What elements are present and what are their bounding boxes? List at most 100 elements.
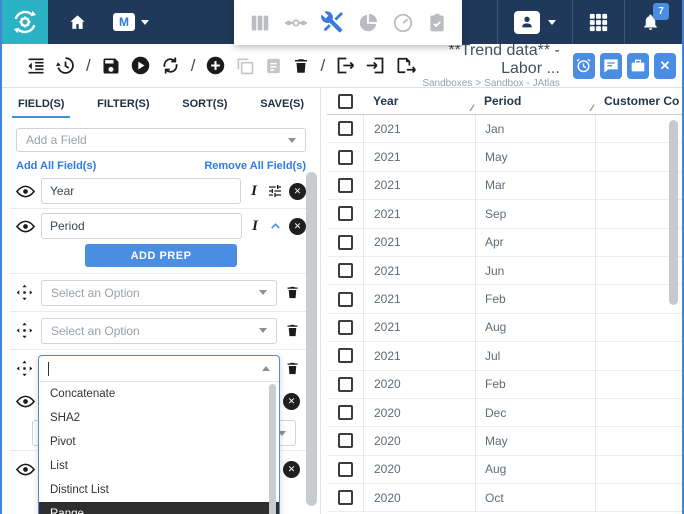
table-row[interactable]: 2021 Aug [327,314,682,342]
export-icon[interactable] [335,55,356,76]
row-checkbox[interactable] [338,405,353,420]
add-field-select[interactable]: Add a Field [16,128,306,152]
pie-chart-icon[interactable] [357,12,379,34]
apps-grid-button[interactable] [572,0,624,44]
table-row[interactable]: 2021 Jan [327,115,682,143]
eye-icon[interactable] [16,185,35,198]
dropdown-option[interactable]: Concatenate [39,382,279,406]
column-resize-handle[interactable]: ∕∕ [591,103,592,113]
app-logo[interactable] [2,0,48,44]
row-checkbox[interactable] [338,150,353,165]
table-row[interactable]: 2020 Oct [327,484,682,512]
row-checkbox[interactable] [338,178,353,193]
italic-format-icon[interactable]: I [247,183,261,200]
trash-icon[interactable] [285,360,300,377]
column-resize-handle[interactable]: ∕∕ [471,103,472,113]
move-icon[interactable] [16,360,33,377]
trash-icon[interactable] [285,322,300,339]
select-all-checkbox[interactable] [338,94,353,109]
chevron-up-icon[interactable] [268,219,283,234]
columns-icon[interactable] [249,12,271,34]
table-row[interactable]: 2021 Jul [327,342,682,370]
italic-format-icon[interactable]: I [248,218,262,235]
add-prep-button[interactable]: ADD PREP [85,244,237,267]
panel-tab[interactable]: FILTER(S) [91,90,155,118]
eye-icon[interactable] [16,220,35,233]
remove-all-fields-link[interactable]: Remove All Field(s) [204,160,306,172]
row-checkbox[interactable] [338,433,353,448]
table-row[interactable]: 2020 Aug [327,456,682,484]
dropdown-option[interactable]: Range [39,502,279,514]
tools-icon[interactable] [321,11,344,34]
field-name-input[interactable]: Year [41,178,241,204]
row-checkbox[interactable] [338,348,353,363]
clipboard-check-icon[interactable] [427,12,447,34]
dropdown-option[interactable]: Pivot [39,430,279,454]
refresh-icon[interactable] [160,55,181,76]
trash-icon[interactable] [285,284,300,301]
indent-icon[interactable] [26,56,46,76]
remove-field-icon[interactable]: ✕ [283,461,300,478]
panel-tab[interactable]: SORT(S) [176,90,233,118]
combobox-input[interactable] [39,356,279,382]
eye-icon[interactable] [16,463,35,476]
add-all-fields-link[interactable]: Add All Field(s) [16,160,96,172]
run-icon[interactable] [130,55,151,76]
table-row[interactable]: 2021 Feb [327,285,682,313]
table-row[interactable]: 2021 Sep [327,200,682,228]
row-checkbox[interactable] [338,320,353,335]
move-icon[interactable] [16,284,33,301]
remove-field-icon[interactable]: ✕ [289,183,306,200]
dropdown-option[interactable]: Distinct List [39,478,279,502]
column-header-year[interactable]: Year∕∕ [363,88,475,114]
panel-tab[interactable]: FIELD(S) [12,90,70,118]
add-icon[interactable] [205,55,226,76]
row-checkbox[interactable] [338,206,353,221]
table-row[interactable]: 2020 May [327,427,682,455]
gauge-icon[interactable] [392,12,414,34]
table-scrollbar[interactable] [669,120,678,305]
comment-button[interactable] [600,53,622,79]
package-button[interactable] [627,53,649,79]
table-row[interactable]: 2021 Mar [327,172,682,200]
table-row[interactable]: 2020 Dec [327,399,682,427]
paste-icon[interactable] [264,56,283,76]
module-menu[interactable]: M [113,13,149,31]
eye-icon[interactable] [16,395,35,408]
field-name-input[interactable]: Period [41,213,242,239]
column-header-customer[interactable]: Customer Co [595,88,682,114]
close-button[interactable]: ✕ [654,53,676,79]
remove-field-icon[interactable]: ✕ [289,218,306,235]
dropdown-option[interactable]: SHA2 [39,406,279,430]
history-icon[interactable] [55,55,76,76]
dropdown-scrollbar[interactable] [269,384,276,514]
row-checkbox[interactable] [338,377,353,392]
commit-dots-icon[interactable] [284,12,308,34]
copy-icon[interactable] [235,56,255,76]
prep-select[interactable]: Select an Option [41,318,277,344]
move-icon[interactable] [16,322,33,339]
row-checkbox[interactable] [338,121,353,136]
row-checkbox[interactable] [338,235,353,250]
table-row[interactable]: 2021 Apr [327,229,682,257]
row-checkbox[interactable] [338,292,353,307]
column-header-period[interactable]: Period∕∕ [475,88,595,114]
dropdown-option[interactable]: List [39,454,279,478]
import-icon[interactable] [365,55,386,76]
panel-tab[interactable]: SAVE(S) [254,90,310,118]
row-checkbox[interactable] [338,490,353,505]
save-export-icon[interactable] [395,55,417,76]
schedule-button[interactable] [573,53,595,79]
prep-select[interactable]: Select an Option [41,280,277,306]
table-row[interactable]: 2021 Jun [327,257,682,285]
delete-icon[interactable] [292,56,310,76]
notifications-button[interactable]: 7 [624,0,682,44]
tune-icon[interactable] [267,183,283,199]
table-row[interactable]: 2021 May [327,143,682,171]
save-icon[interactable] [101,56,121,76]
row-checkbox[interactable] [338,462,353,477]
user-menu[interactable] [497,0,572,44]
row-checkbox[interactable] [338,263,353,278]
home-button[interactable] [68,13,87,32]
panel-scrollbar[interactable] [306,172,317,506]
